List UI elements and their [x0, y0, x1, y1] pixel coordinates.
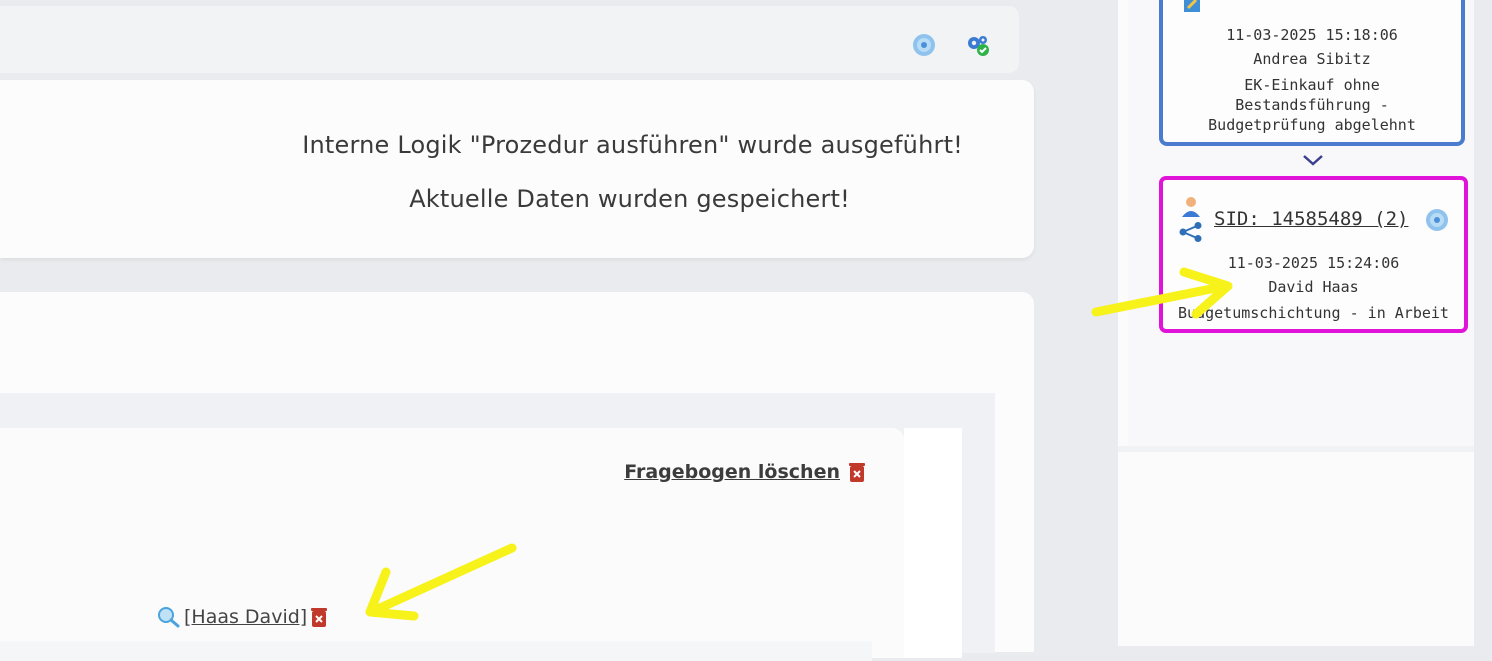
chevron-down-icon [1303, 155, 1323, 166]
gears-icon[interactable] [966, 33, 990, 57]
user-icon [1182, 197, 1200, 217]
history-entry-current[interactable]: SID: 14585489 (2) 11-03-2025 15:24:06 Da… [1159, 176, 1468, 333]
previous-timestamp: 11-03-2025 15:18:06 [1226, 26, 1398, 44]
previous-user: Andrea Sibitz [1253, 50, 1371, 68]
edit-document-icon [1184, 0, 1200, 12]
history-entry-previous[interactable]: 11-03-2025 15:18:06 Andrea Sibitz EK-Ein… [1159, 0, 1465, 146]
disc-icon[interactable] [1425, 208, 1449, 232]
assigned-person-row: [Haas David] [157, 606, 328, 628]
toolbar [0, 6, 1019, 73]
history-divider [1118, 446, 1474, 452]
message-card: Interne Logik "Prozedur ausführen" wurde… [0, 80, 1034, 258]
form-panel: Fragebogen löschen [Haas David] [0, 393, 995, 661]
message-data-saved: Aktuelle Daten wurden gespeichert! [409, 185, 850, 213]
main-card: Fragebogen löschen [Haas David] [0, 292, 1034, 661]
form-side-strip [904, 428, 962, 658]
search-icon[interactable] [157, 606, 181, 628]
form-row-divider [0, 641, 872, 661]
trash-icon[interactable] [848, 462, 866, 483]
current-status: Budgetumschichtung - in Arbeit [1178, 304, 1449, 322]
current-timestamp: 11-03-2025 15:24:06 [1227, 254, 1400, 272]
trash-icon[interactable] [310, 607, 328, 628]
sid-link[interactable]: SID: 14585489 (2) [1214, 208, 1408, 230]
previous-status-line: Bestandsführung - [1235, 96, 1389, 114]
current-user: David Haas [1268, 278, 1359, 296]
previous-status-line: Budgetprüfung abgelehnt [1208, 116, 1416, 134]
delete-questionnaire-label: Fragebogen löschen [624, 461, 840, 483]
disc-icon[interactable] [912, 33, 936, 57]
share-icon[interactable] [1179, 222, 1203, 242]
previous-status-line: EK-Einkauf ohne [1244, 76, 1380, 94]
person-link[interactable]: [Haas David] [184, 606, 307, 628]
form-content: Fragebogen löschen [Haas David] [0, 428, 904, 661]
message-procedure-executed: Interne Logik "Prozedur ausführen" wurde… [302, 131, 963, 159]
delete-questionnaire-link[interactable]: Fragebogen löschen [624, 461, 866, 483]
